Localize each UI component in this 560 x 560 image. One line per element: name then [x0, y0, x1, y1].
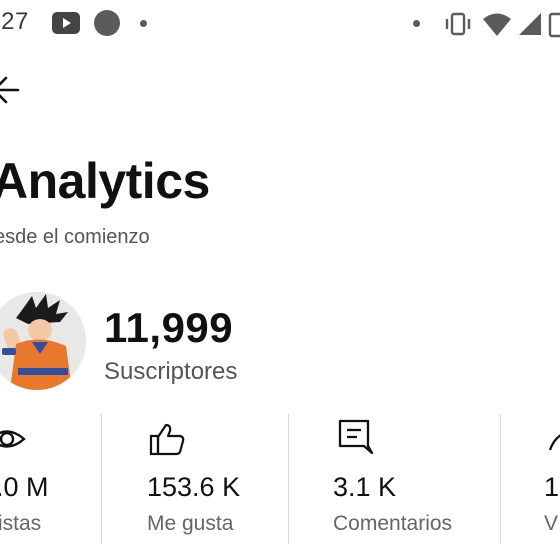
- thumbs-up-icon: [149, 423, 185, 456]
- stat-value-shares: 1: [544, 472, 560, 502]
- wifi-icon: [483, 13, 511, 36]
- divider: [288, 414, 289, 544]
- vibrate-icon: [445, 12, 471, 36]
- youtube-icon: [52, 12, 80, 34]
- battery-icon: [548, 12, 560, 38]
- share-icon: [548, 434, 560, 451]
- channel-avatar: [0, 292, 86, 390]
- eye-icon: [0, 430, 26, 448]
- status-time: :27: [0, 8, 29, 35]
- divider: [101, 414, 102, 544]
- stat-value-likes: 153.6 K: [147, 472, 241, 502]
- date-range-label[interactable]: esde el comienzo: [0, 226, 150, 249]
- stat-label-comments: Comentarios: [333, 512, 453, 535]
- subscriber-label: Suscriptores: [104, 358, 238, 385]
- divider: [500, 414, 501, 544]
- stat-label-likes: Me gusta: [147, 512, 234, 535]
- dot-icon: [140, 20, 147, 27]
- avatar-figure-icon: [0, 292, 86, 390]
- comment-icon: [338, 419, 374, 455]
- stat-value-comments: 3.1 K: [333, 472, 397, 502]
- back-arrow-icon[interactable]: [0, 74, 24, 106]
- notification-dot-icon: [413, 20, 420, 27]
- circle-icon: [94, 10, 120, 36]
- subscriber-count: 11,999: [104, 304, 234, 351]
- stat-label-views: istas: [0, 512, 42, 535]
- stat-label-shares: V: [544, 512, 559, 535]
- stat-value-views: .0 M: [0, 472, 49, 502]
- signal-icon: [519, 13, 541, 35]
- page-title: Analytics: [0, 153, 210, 209]
